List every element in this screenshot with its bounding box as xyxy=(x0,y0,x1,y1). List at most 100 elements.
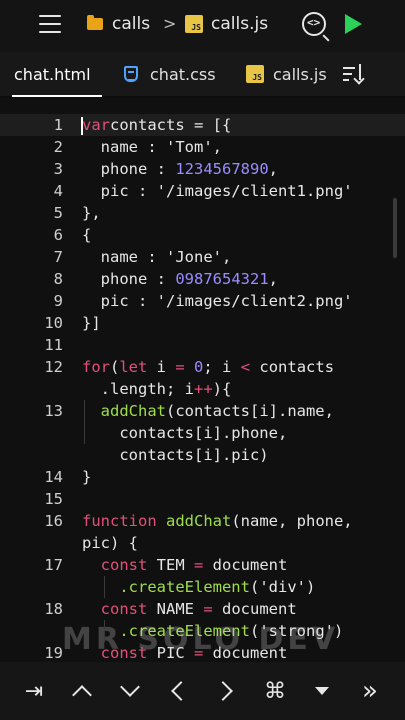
code-text: contacts[i].phone, xyxy=(82,422,287,444)
line-number: 13 xyxy=(44,402,63,420)
code-line[interactable]: pic) { xyxy=(0,532,405,554)
code-text: function addChat(name, phone, xyxy=(82,510,353,532)
code-token: (name, phone, xyxy=(231,512,353,530)
tab-label: chat.css xyxy=(150,64,216,84)
breadcrumb-folder[interactable]: calls xyxy=(87,14,150,34)
code-token: ++ xyxy=(193,380,213,398)
code-text: const TEM = document xyxy=(82,554,288,576)
tab-chat-css[interactable]: chat.css xyxy=(124,52,216,96)
code-token: document xyxy=(203,556,288,574)
code-token: NAME xyxy=(147,600,204,618)
code-text: addChat(contacts[i].name, xyxy=(82,400,334,422)
line-number: 15 xyxy=(44,490,63,508)
sort-icon[interactable] xyxy=(343,64,367,85)
code-text: pic : '/images/client2.png' xyxy=(82,290,353,312)
line-number: 12 xyxy=(44,358,63,376)
code-line[interactable]: 16 function addChat(name, phone, xyxy=(0,510,405,532)
breadcrumb-file[interactable]: JS calls.js xyxy=(185,14,268,34)
tab-chat-html[interactable]: chat.html xyxy=(14,52,91,96)
code-line[interactable]: 3 phone : 1234567890, xyxy=(0,158,405,180)
line-number: 10 xyxy=(44,314,63,332)
code-token: name : xyxy=(82,248,166,266)
line-number: 19 xyxy=(44,644,63,662)
arrow-left-icon[interactable] xyxy=(158,662,198,720)
text-cursor xyxy=(81,117,83,135)
code-token: ; i xyxy=(203,358,241,376)
code-token: contacts[i].pic) xyxy=(82,446,269,464)
code-line[interactable]: 5}, xyxy=(0,202,405,224)
css-file-icon xyxy=(124,66,138,82)
search-code-icon[interactable]: <> xyxy=(302,12,326,36)
arrow-up-icon[interactable] xyxy=(62,662,102,720)
code-text: }, xyxy=(82,202,101,224)
code-token: name : xyxy=(82,138,166,156)
file-tabs: chat.html chat.css JS calls.js xyxy=(0,52,405,96)
active-tab-indicator xyxy=(12,95,102,97)
line-number: 9 xyxy=(53,292,63,310)
code-text: name : 'Jone', xyxy=(82,246,232,268)
folder-icon xyxy=(87,15,103,30)
code-line[interactable]: 8 phone : 0987654321, xyxy=(0,268,405,290)
code-token: function xyxy=(82,512,157,530)
code-token: phone : xyxy=(82,160,176,178)
line-number: 5 xyxy=(53,204,63,222)
code-line[interactable]: 14} xyxy=(0,466,405,488)
indent-guide xyxy=(104,620,105,642)
tab-key[interactable]: ⇥ xyxy=(14,662,54,720)
code-token: var xyxy=(82,116,110,134)
code-token: document xyxy=(212,600,297,618)
editor-scrollbar[interactable] xyxy=(393,198,397,258)
arrow-down-icon[interactable] xyxy=(110,662,150,720)
code-line[interactable]: 9 pic : '/images/client2.png' xyxy=(0,290,405,312)
code-text: } xyxy=(82,466,91,488)
code-line[interactable]: 17 const TEM = document xyxy=(0,554,405,576)
command-key[interactable]: ⌘ xyxy=(255,662,295,720)
line-number: 17 xyxy=(44,556,63,574)
line-number: 14 xyxy=(44,468,63,486)
code-token: 'Tom' xyxy=(166,138,213,156)
code-line[interactable]: 4 pic : '/images/client1.png' xyxy=(0,180,405,202)
code-line[interactable]: contacts[i].phone, xyxy=(0,422,405,444)
code-line[interactable]: 1 varcontacts = [{ xyxy=(0,114,405,136)
code-line[interactable]: contacts[i].pic) xyxy=(0,444,405,466)
code-token: = xyxy=(175,358,185,376)
line-number: 2 xyxy=(53,138,63,156)
code-token: }] xyxy=(82,314,101,332)
code-token: (contacts[i].name, xyxy=(166,402,334,420)
code-line[interactable]: 12 for(let i = 0; i < contacts xyxy=(0,356,405,378)
code-line[interactable]: 18 const NAME = document xyxy=(0,598,405,620)
code-line[interactable]: 7 name : 'Jone', xyxy=(0,246,405,268)
code-line[interactable]: 15 xyxy=(0,488,405,510)
code-token: contacts = [{ xyxy=(110,116,232,134)
code-token: 0 xyxy=(194,358,204,376)
code-line[interactable]: .length; i++){ xyxy=(0,378,405,400)
indent-guide xyxy=(84,400,85,444)
dropdown-caret-icon[interactable] xyxy=(302,662,342,720)
arrow-right-icon[interactable] xyxy=(206,662,246,720)
code-token: = xyxy=(203,600,213,618)
code-line[interactable]: .createElement('div') xyxy=(0,576,405,598)
code-editor[interactable]: 19 const PIC = document .createElement('… xyxy=(0,98,405,662)
code-token: pic : xyxy=(82,292,157,310)
code-token: contacts xyxy=(250,358,335,376)
more-keys-icon[interactable]: » xyxy=(350,662,390,720)
code-line[interactable]: 13 addChat(contacts[i].name, xyxy=(0,400,405,422)
run-play-icon[interactable] xyxy=(345,14,362,34)
code-line[interactable]: 2 name : 'Tom', xyxy=(0,136,405,158)
code-token: for xyxy=(82,358,110,376)
line-number: 6 xyxy=(53,226,63,244)
line-number: 8 xyxy=(53,270,63,288)
code-line[interactable]: 6{ xyxy=(0,224,405,246)
code-text: for(let i = 0; i < contacts xyxy=(82,356,334,378)
code-token: } xyxy=(82,468,92,486)
code-token: .createElement xyxy=(82,578,250,596)
code-text: phone : 1234567890, xyxy=(82,158,278,180)
hamburger-menu-icon[interactable] xyxy=(39,15,61,33)
tab-calls-js[interactable]: JS calls.js xyxy=(246,52,327,96)
code-line[interactable]: 10}] xyxy=(0,312,405,334)
code-token: contacts[i].phone, xyxy=(82,424,288,442)
code-line[interactable]: 11 xyxy=(0,334,405,356)
code-text: name : 'Tom', xyxy=(82,136,222,158)
code-token: .length; i xyxy=(82,380,194,398)
